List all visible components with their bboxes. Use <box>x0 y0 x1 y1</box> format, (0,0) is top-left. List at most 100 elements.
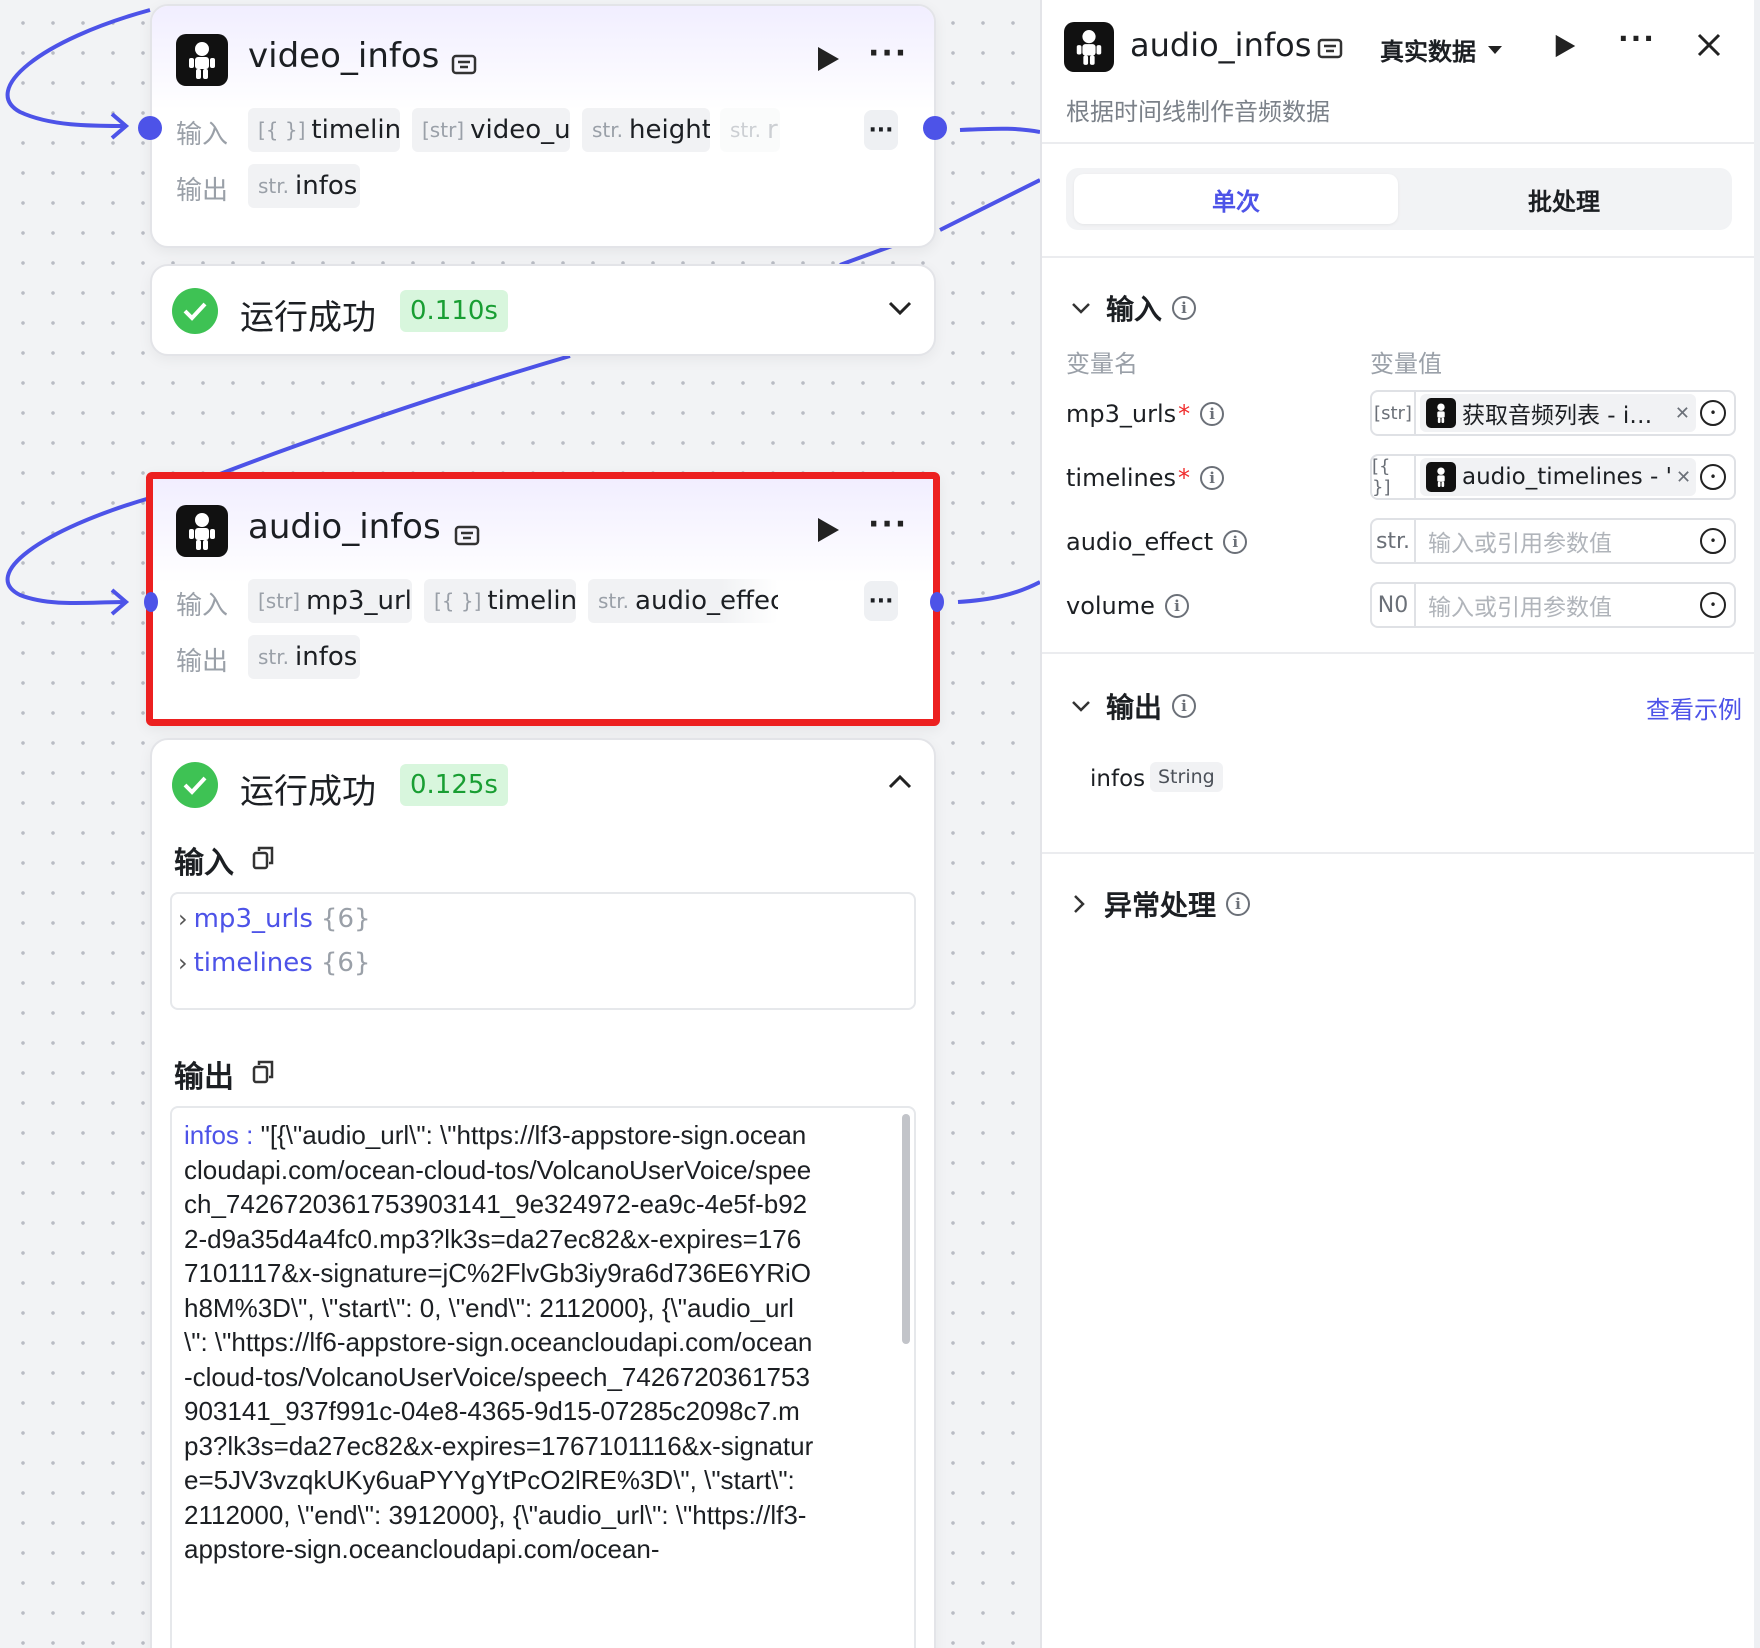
param-input-placeholder[interactable]: 输入或引用参数值 <box>1428 524 1700 558</box>
chevron-down-icon[interactable] <box>886 298 914 318</box>
chip-name: infos <box>295 171 358 201</box>
plugin-store-icon <box>454 525 480 546</box>
run-input-box: › mp3_urls {6} › timelines {6} <box>170 892 916 1010</box>
view-example-link[interactable]: 查看示例 <box>1646 690 1742 725</box>
column-header-name: 变量名 <box>1066 350 1138 378</box>
tab-batch[interactable]: 批处理 <box>1404 174 1724 224</box>
robot-avatar-icon <box>176 505 228 557</box>
param-name-mp3-urls: mp3_urls * i <box>1066 400 1225 428</box>
node-audio-infos[interactable]: audio_infos ··· 输入 [str]mp3_urls [{ }]ti… <box>146 472 940 726</box>
robot-avatar-icon <box>176 34 228 86</box>
variable-picker-icon[interactable]: • <box>1700 592 1726 618</box>
run-status: 运行成功 <box>240 298 376 338</box>
more-options-icon[interactable]: ··· <box>1618 22 1656 55</box>
chip-name: video_urls <box>470 115 570 145</box>
more-options-icon[interactable]: ··· <box>868 507 908 542</box>
type-tag: str. <box>258 174 290 198</box>
required-mark: * <box>1178 400 1191 428</box>
close-icon[interactable] <box>1696 32 1722 58</box>
divider <box>1042 142 1754 144</box>
more-inputs-button[interactable]: ··· <box>864 581 898 621</box>
param-name-timelines: timelines * i <box>1066 464 1225 492</box>
copy-icon[interactable] <box>252 1060 274 1084</box>
run-time-badge: 0.110s <box>400 290 508 332</box>
output-json-text: infos : "[{\"audio_url\": \"https://lf3-… <box>184 1118 814 1567</box>
info-icon: i <box>1200 466 1225 490</box>
type-tag: str. <box>1372 520 1416 562</box>
tree-item-count: {6} <box>320 948 371 978</box>
chevron-down-icon <box>1072 303 1090 314</box>
close-icon[interactable]: ✕ <box>1672 467 1691 488</box>
tree-item-name: mp3_urls <box>193 904 313 934</box>
output-port[interactable] <box>930 592 944 612</box>
run-icon[interactable] <box>814 44 842 74</box>
type-tag: str. <box>598 589 630 613</box>
robot-avatar-icon <box>1426 398 1456 428</box>
param-value-timelines[interactable]: [{ }] audio_timelines - ' ✕ • <box>1370 454 1736 500</box>
data-mode-dropdown[interactable]: 真实数据 <box>1380 32 1504 67</box>
input-chip-mp3-urls: [str]mp3_urls <box>248 579 412 623</box>
tree-item-mp3-urls[interactable]: › mp3_urls {6} <box>178 904 371 934</box>
robot-avatar-icon <box>1426 462 1456 492</box>
scrollbar-thumb[interactable] <box>902 1114 910 1344</box>
tree-item-timelines[interactable]: › timelines {6} <box>178 948 370 978</box>
param-value-audio-effect[interactable]: str. 输入或引用参数值 • <box>1370 518 1736 564</box>
param-name: audio_effect <box>1066 528 1214 556</box>
chevron-right-icon <box>1074 895 1085 913</box>
output-chip-infos: str. infos <box>248 164 360 208</box>
variable-picker-icon[interactable]: • <box>1700 400 1726 426</box>
input-chip-truncated: str. r <box>720 108 780 152</box>
variable-picker-icon[interactable]: • <box>1700 528 1726 554</box>
close-icon[interactable]: ✕ <box>1671 403 1690 424</box>
run-icon[interactable] <box>814 515 842 545</box>
output-value: "[{\"audio_url\": \"https://lf3-appstore… <box>184 1120 814 1564</box>
panel-edge <box>1754 0 1760 1648</box>
chevron-up-icon[interactable] <box>886 772 914 792</box>
run-icon[interactable] <box>1552 32 1578 60</box>
param-value-volume[interactable]: N0 输入或引用参数值 • <box>1370 582 1736 628</box>
input-port[interactable] <box>138 116 162 140</box>
copy-icon[interactable] <box>252 846 274 870</box>
section-title: 异常处理 <box>1104 889 1217 922</box>
output-chip-infos: str. infos <box>248 635 360 679</box>
run-status: 运行成功 <box>240 772 376 812</box>
info-icon: i <box>1172 694 1197 718</box>
type-tag: [{ }] <box>258 118 306 142</box>
robot-avatar-icon <box>1064 22 1114 72</box>
chip-name: timelines <box>487 586 576 616</box>
param-name-volume: volume i <box>1066 592 1189 620</box>
info-icon: i <box>1226 892 1251 916</box>
output-label: 输出 <box>176 647 229 677</box>
section-title: 输出 <box>1106 691 1163 724</box>
chip-name: height <box>629 115 710 145</box>
chevron-down-icon <box>1072 701 1090 712</box>
tab-single[interactable]: 单次 <box>1074 174 1398 224</box>
node-video-infos[interactable]: video_infos ··· 输入 [{ }]timelines [str]v… <box>150 4 936 248</box>
divider <box>1042 852 1754 854</box>
type-tag: str. <box>592 118 624 142</box>
variable-picker-icon[interactable]: • <box>1700 464 1726 490</box>
reference-chip: 获取音频列表 - i… ✕ <box>1420 394 1696 432</box>
input-port[interactable] <box>144 592 158 612</box>
param-value-mp3-urls[interactable]: [str] 获取音频列表 - i… ✕ • <box>1370 390 1736 436</box>
input-section-header[interactable]: 输入 i <box>1070 288 1197 328</box>
param-input-placeholder[interactable]: 输入或引用参数值 <box>1428 588 1700 622</box>
param-name-audio-effect: audio_effect i <box>1066 528 1248 556</box>
info-icon: i <box>1223 530 1248 554</box>
more-options-icon[interactable]: ··· <box>868 36 908 71</box>
chip-name: r <box>767 115 778 145</box>
run-time-badge: 0.125s <box>400 764 508 806</box>
success-check-icon <box>172 762 218 808</box>
run-result-card: 运行成功 0.110s <box>150 264 936 356</box>
output-port[interactable] <box>923 116 947 140</box>
param-name: timelines <box>1066 464 1177 492</box>
workflow-canvas[interactable]: video_infos ··· 输入 [{ }]timelines [str]v… <box>0 0 1040 1648</box>
more-inputs-button[interactable]: ··· <box>864 110 898 150</box>
run-output-box[interactable]: infos : "[{\"audio_url\": \"https://lf3-… <box>170 1106 916 1648</box>
output-section-header[interactable]: 输出 i <box>1070 686 1197 726</box>
reference-label: 获取音频列表 - i… <box>1462 403 1653 429</box>
exception-section-header[interactable]: 异常处理 i <box>1072 884 1251 924</box>
section-title: 输入 <box>1106 293 1163 326</box>
chip-name: infos <box>295 642 358 672</box>
output-key: infos : <box>184 1120 254 1150</box>
